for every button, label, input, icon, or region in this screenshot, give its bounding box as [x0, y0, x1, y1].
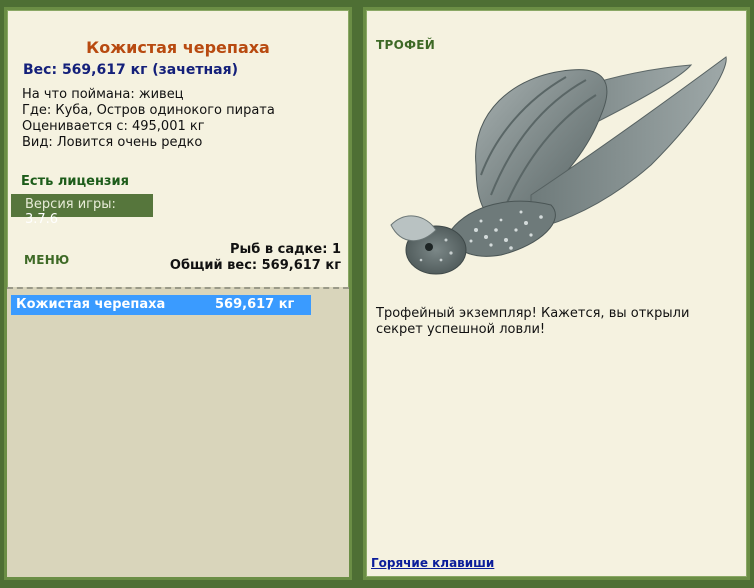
- version-value: 3.7.6: [25, 212, 59, 227]
- trophy-message: Трофейный экземпляр! Кажется, вы открыли…: [376, 306, 690, 337]
- fish-title: Кожистая черепаха: [86, 38, 270, 57]
- license-status: Есть лицензия: [21, 174, 129, 189]
- fish-weight: Вес: 569,617 кг (зачетная): [23, 62, 238, 78]
- keepnet-stats: Рыб в садке: 1 Общий вес: 569,617 кг: [170, 242, 341, 274]
- fish-location: Где: Куба, Остров одинокого пирата: [22, 103, 275, 118]
- hotkeys-link[interactable]: Горячие клавиши: [371, 556, 494, 570]
- version-label: Версия игры:: [25, 197, 116, 212]
- game-version-bar: Версия игры: 3.7.6: [11, 194, 153, 227]
- leatherback-turtle-icon: [390, 56, 727, 275]
- keepnet-row-weight: 569,617 кг: [215, 297, 295, 312]
- trophy-panel: ТРОФЕЙ Трофейный экземпляр! Кажется, вы …: [363, 7, 750, 580]
- keepnet-row[interactable]: Кожистая черепаха 569,617 кг: [11, 295, 311, 315]
- keepnet-total-weight: Общий вес: 569,617 кг: [169, 258, 341, 273]
- menu-button[interactable]: МЕНЮ: [24, 253, 69, 267]
- keepnet-list: Кожистая черепаха 569,617 кг: [7, 287, 349, 577]
- fish-valued-from: Оценивается с: 495,001 кг: [22, 119, 205, 134]
- fish-bait: На что поймана: живец: [22, 87, 184, 102]
- keepnet-count: Рыб в садке: 1: [229, 242, 341, 257]
- keepnet-row-name: Кожистая черепаха: [16, 297, 166, 312]
- fish-rarity: Вид: Ловится очень редко: [22, 135, 203, 150]
- fish-info-panel: Кожистая черепаха Вес: 569,617 кг (зачет…: [4, 7, 352, 580]
